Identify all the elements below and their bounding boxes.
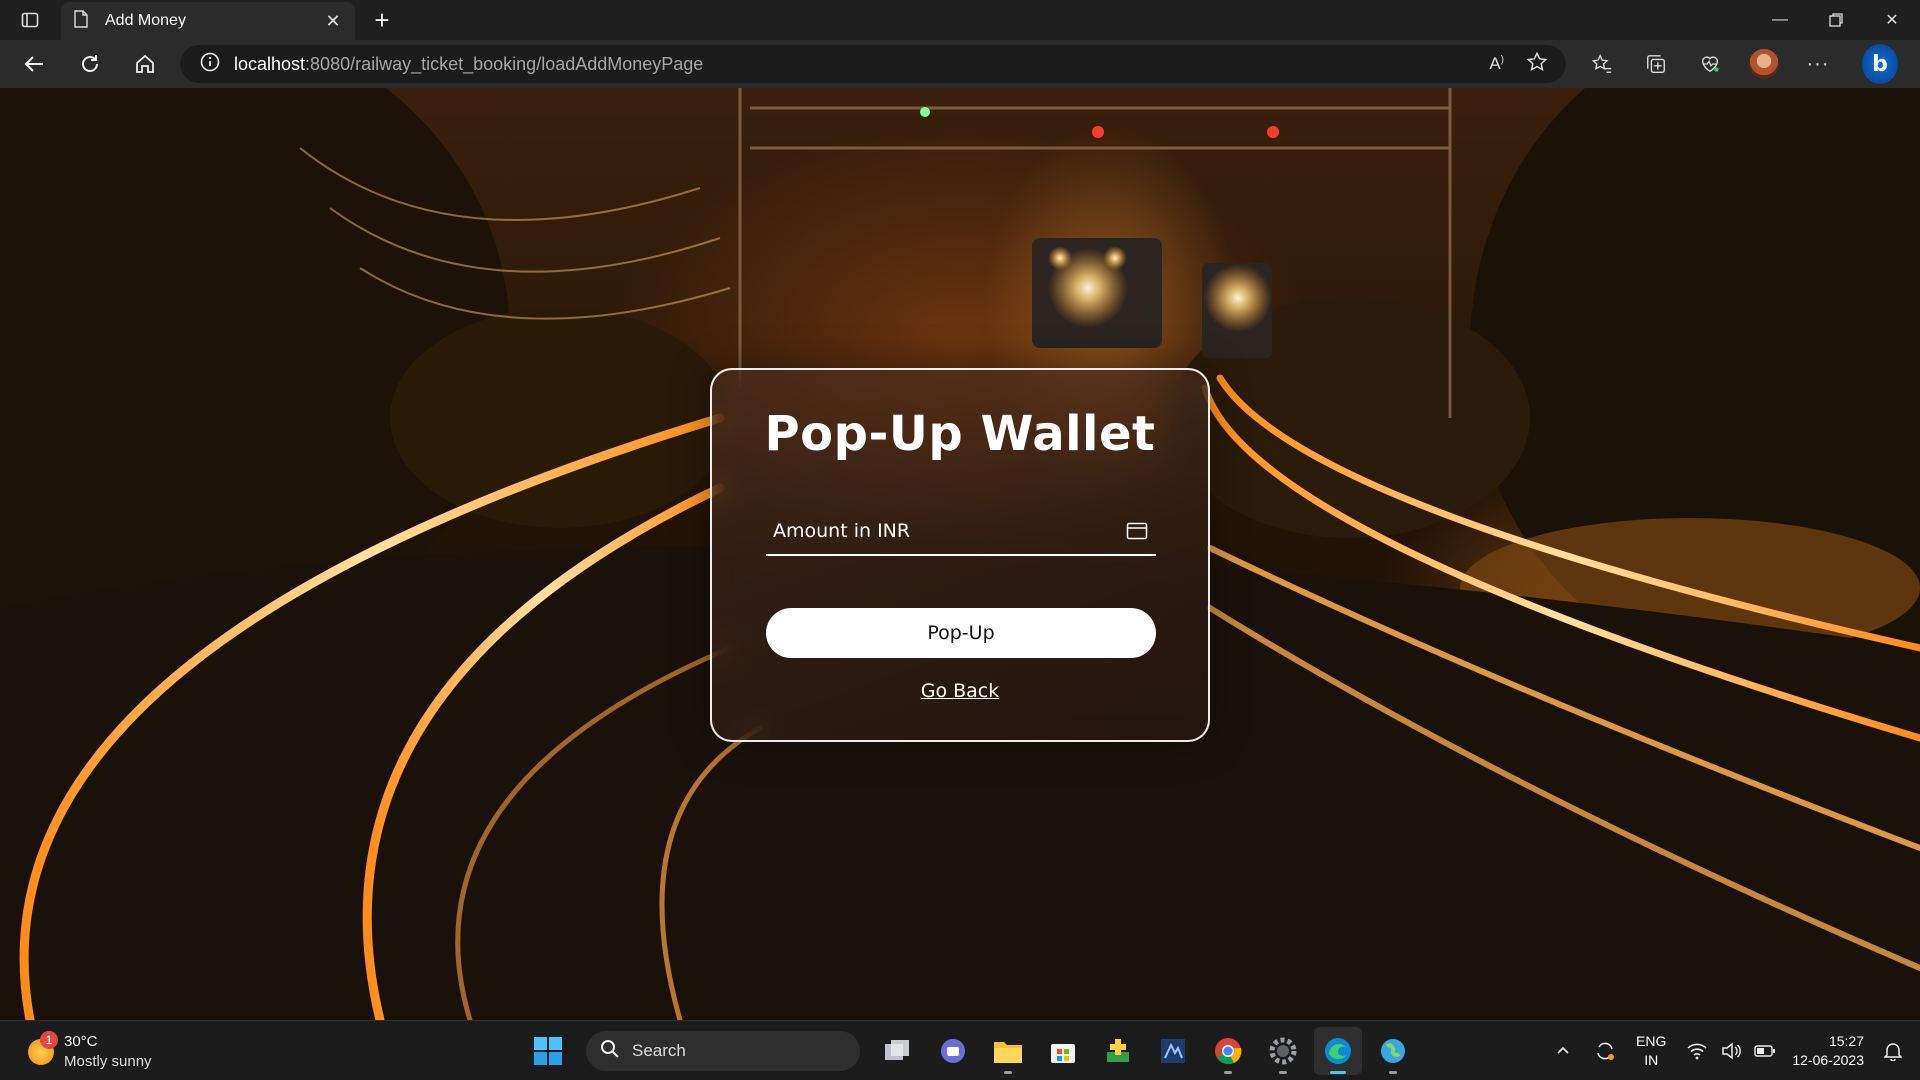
- taskbar-search[interactable]: Search: [586, 1031, 860, 1071]
- site-info-icon[interactable]: [200, 52, 220, 77]
- edge-browser-icon[interactable]: [1314, 1027, 1362, 1075]
- browser-tab[interactable]: Add Money ✕: [61, 2, 355, 40]
- back-icon[interactable]: [16, 46, 52, 82]
- wallet-card-icon: [1126, 520, 1148, 542]
- browser-tab-bar: Add Money ✕ + — ✕: [0, 0, 1920, 40]
- language-code: ENG: [1636, 1033, 1667, 1049]
- system-tray: ENG IN 15:27 12-06-2023: [1546, 1021, 1920, 1080]
- wallet-card: Pop-Up Wallet Pop-Up Go Back: [710, 368, 1210, 742]
- clock-date: 12-06-2023: [1792, 1052, 1864, 1068]
- windows-taskbar: 1 30°C Mostly sunny Search ENG IN 15:27 …: [0, 1020, 1920, 1080]
- go-back-link[interactable]: Go Back: [712, 680, 1208, 702]
- chevron-up-icon[interactable]: [1546, 1031, 1580, 1071]
- game-app-icon[interactable]: [1094, 1027, 1142, 1075]
- weather-widget[interactable]: 1 30°C Mostly sunny: [22, 1029, 222, 1073]
- add-money-page: Pop-Up Wallet Pop-Up Go Back: [0, 88, 1920, 1020]
- window-controls: — ✕: [1752, 0, 1920, 40]
- weather-temp: 30°C: [64, 1033, 98, 1050]
- tab-title: Add Money: [105, 12, 186, 29]
- maps-app-icon[interactable]: [1369, 1027, 1417, 1075]
- chrome-icon[interactable]: [1204, 1027, 1252, 1075]
- profile-avatar[interactable]: [1746, 46, 1782, 82]
- battery-icon[interactable]: [1748, 1031, 1782, 1071]
- close-window-icon[interactable]: ✕: [1864, 0, 1920, 40]
- restore-icon[interactable]: [1808, 0, 1864, 40]
- url-text[interactable]: localhost:8080/railway_ticket_booking/lo…: [234, 54, 703, 75]
- windows-start-icon[interactable]: [524, 1027, 572, 1075]
- url-host: localhost: [234, 53, 306, 74]
- search-label: Search: [632, 1041, 686, 1060]
- teams-chat-icon[interactable]: [929, 1027, 977, 1075]
- dev-tool-icon[interactable]: [1149, 1027, 1197, 1075]
- home-icon[interactable]: [127, 46, 163, 82]
- tab-actions-icon[interactable]: [0, 0, 60, 40]
- system-clock[interactable]: 15:27 12-06-2023: [1792, 1032, 1864, 1070]
- amount-input[interactable]: [766, 508, 1106, 554]
- read-aloud-icon[interactable]: A): [1489, 54, 1504, 74]
- url-path: :8080/railway_ticket_booking/loadAddMone…: [305, 53, 704, 74]
- copilot-bing-icon[interactable]: b: [1862, 44, 1898, 84]
- clock-time: 15:27: [1828, 1033, 1864, 1049]
- notifications-bell-icon[interactable]: [1876, 1031, 1910, 1071]
- more-options-icon[interactable]: ···: [1800, 46, 1836, 82]
- browser-essentials-icon[interactable]: [1692, 46, 1728, 82]
- address-bar[interactable]: localhost:8080/railway_ticket_booking/lo…: [180, 45, 1566, 83]
- pinned-apps: [874, 1027, 1417, 1075]
- microsoft-store-icon[interactable]: [1039, 1027, 1087, 1075]
- region-code: IN: [1644, 1052, 1659, 1068]
- wifi-icon[interactable]: [1680, 1031, 1714, 1071]
- file-explorer-icon[interactable]: [984, 1027, 1032, 1075]
- search-icon: [600, 1039, 620, 1064]
- page-title: Pop-Up Wallet: [764, 406, 1156, 462]
- language-indicator[interactable]: ENG IN: [1636, 1032, 1666, 1070]
- taskbar-center: Search: [524, 1027, 1417, 1075]
- close-tab-icon[interactable]: ✕: [323, 11, 343, 31]
- settings-gear-icon[interactable]: [1259, 1027, 1307, 1075]
- collections-icon[interactable]: [1638, 46, 1674, 82]
- volume-icon[interactable]: [1714, 1031, 1748, 1071]
- new-tab-icon[interactable]: +: [366, 4, 398, 36]
- amount-field-group: [766, 508, 1156, 556]
- favorite-star-icon[interactable]: [1526, 51, 1548, 78]
- page-icon: [73, 9, 89, 33]
- task-view-icon[interactable]: [874, 1027, 922, 1075]
- minimize-icon[interactable]: —: [1752, 0, 1808, 40]
- refresh-icon[interactable]: [72, 46, 108, 82]
- favorites-icon[interactable]: [1584, 46, 1620, 82]
- browser-toolbar: localhost:8080/railway_ticket_booking/lo…: [0, 40, 1920, 88]
- sync-icon[interactable]: [1588, 1031, 1622, 1071]
- weather-condition: Mostly sunny: [64, 1053, 152, 1070]
- notification-badge: 1: [40, 1031, 58, 1049]
- popup-button[interactable]: Pop-Up: [766, 608, 1156, 658]
